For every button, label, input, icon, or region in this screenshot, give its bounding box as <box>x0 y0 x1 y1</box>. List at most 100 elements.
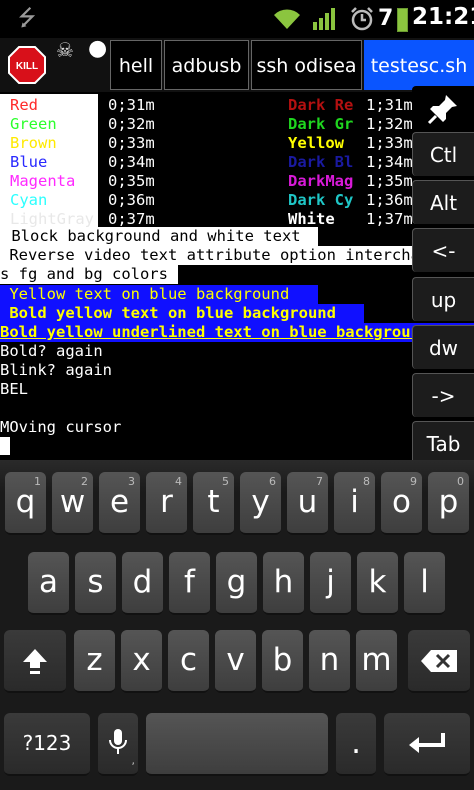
bold-yellow-on-blue-line: Bold yellow text on blue background <box>0 304 364 323</box>
key-q[interactable]: 1q <box>5 472 46 535</box>
key-label: r <box>160 484 173 520</box>
key-w[interactable]: 2w <box>52 472 93 535</box>
shift-key[interactable] <box>4 630 66 693</box>
bug-icon[interactable]: ☠ <box>56 38 84 64</box>
pin-icon <box>427 95 457 125</box>
key-x[interactable]: x <box>121 630 162 693</box>
alt-char-hint: 6 <box>269 475 276 488</box>
shift-icon <box>23 649 47 674</box>
key-label: i <box>350 484 359 520</box>
right-arrow-button[interactable]: -> <box>412 373 474 417</box>
battery-icon <box>397 8 408 32</box>
dark-color-code: 1;36m <box>366 191 413 209</box>
key-e[interactable]: 3e <box>99 472 140 535</box>
key-label: o <box>392 484 411 520</box>
color-name: Green <box>10 115 57 133</box>
color-code: 0;34m <box>108 153 155 171</box>
key-v[interactable]: v <box>215 630 256 693</box>
dark-color-code: 1;33m <box>366 134 413 152</box>
bel-line: BEL <box>0 380 28 398</box>
dark-color-name: Dark Bl <box>288 153 354 171</box>
key-l[interactable]: l <box>404 552 445 615</box>
key-label: y <box>251 484 270 520</box>
alt-button[interactable]: Alt <box>412 180 474 224</box>
color-code: 0;33m <box>108 134 155 152</box>
key-r[interactable]: 4r <box>146 472 187 535</box>
terminal-output[interactable]: Red 0;31m Green 0;32m Brown 0;33m Blue 0;34m Mag… <box>0 92 474 460</box>
enter-icon <box>409 733 445 753</box>
key-label: p <box>438 484 459 520</box>
tab-ssh-odisea[interactable]: ssh odisea <box>251 40 362 90</box>
dark-color-name: DarkMag <box>288 172 354 190</box>
key-o[interactable]: 9o <box>381 472 422 535</box>
tab-shell[interactable]: hell <box>110 40 162 90</box>
key-n[interactable]: n <box>309 630 350 693</box>
tab-testesc[interactable]: testesc.sh <box>364 40 474 90</box>
color-code: 0;35m <box>108 172 155 190</box>
key-label: e <box>109 484 130 520</box>
key-h[interactable]: h <box>263 552 304 615</box>
key-y[interactable]: 6y <box>240 472 281 535</box>
dark-color-name: Dark Cy <box>288 191 354 209</box>
key-label: t <box>207 484 220 520</box>
bold-again-line: Bold? again <box>0 342 103 360</box>
dark-color-code: 1;35m <box>366 172 413 190</box>
clock: 21:21 <box>412 4 474 30</box>
color-code: 0;31m <box>108 96 155 114</box>
backspace-icon <box>421 650 457 672</box>
key-a[interactable]: a <box>28 552 69 615</box>
signal-icon <box>313 8 335 30</box>
color-code: 0;32m <box>108 115 155 133</box>
alt-char-hint: 4 <box>175 475 182 488</box>
reverse-video-line: Reverse video text attribute option inte… <box>0 246 474 265</box>
text-cursor <box>0 437 10 455</box>
up-button[interactable]: up <box>412 277 474 321</box>
key-i[interactable]: 8i <box>334 472 375 535</box>
key-j[interactable]: j <box>310 552 351 615</box>
dark-color-code: 1;34m <box>366 153 413 171</box>
key-m[interactable]: m <box>356 630 397 693</box>
enter-key[interactable] <box>384 713 470 776</box>
ctl-button[interactable]: Ctl <box>412 132 474 176</box>
key-d[interactable]: d <box>122 552 163 615</box>
key-label: w <box>59 484 86 520</box>
key-t[interactable]: 5t <box>193 472 234 535</box>
key-label: u <box>297 484 318 520</box>
key-s[interactable]: s <box>75 552 116 615</box>
block-bg-text: Block background and white text <box>2 227 301 245</box>
usb-icon: ⭍ <box>17 6 37 31</box>
kill-button[interactable]: KILL <box>7 45 47 85</box>
alarm-icon <box>351 7 373 31</box>
period-key[interactable]: . <box>336 713 376 776</box>
color-name: Blue <box>10 153 48 171</box>
color-code: 0;36m <box>108 191 155 209</box>
left-arrow-button[interactable]: <- <box>412 228 474 272</box>
wifi-icon <box>274 9 300 29</box>
backspace-key[interactable] <box>408 630 470 693</box>
key-u[interactable]: 7u <box>287 472 328 535</box>
alt-char-hint: 0 <box>457 475 464 488</box>
pin-icon-button[interactable] <box>412 86 474 132</box>
key-c[interactable]: c <box>168 630 209 693</box>
down-button[interactable]: dw <box>412 325 474 369</box>
key-b[interactable]: b <box>262 630 303 693</box>
key-k[interactable]: k <box>357 552 398 615</box>
tab-key-button[interactable]: Tab <box>412 421 474 465</box>
battery-level: 7 <box>378 6 394 31</box>
alt-char-hint: 8 <box>363 475 370 488</box>
comma-hint: , <box>131 754 136 767</box>
alt-char-hint: 3 <box>128 475 135 488</box>
space-key[interactable] <box>146 713 328 776</box>
key-z[interactable]: z <box>74 630 115 693</box>
status-bar: ⭍ 7 21:21 <box>0 0 474 38</box>
voice-input-key[interactable]: , <box>98 713 138 776</box>
key-f[interactable]: f <box>169 552 210 615</box>
color-name: Magenta <box>10 172 76 190</box>
key-g[interactable]: g <box>216 552 257 615</box>
bold-underline-line: Bold yellow underlined text on blue back… <box>0 323 474 342</box>
symbols-key[interactable]: ?123 <box>4 713 90 776</box>
tab-adbusb[interactable]: adbusb <box>164 40 249 90</box>
color-name: Cyan <box>10 191 48 209</box>
lightbulb-icon[interactable]: ● <box>88 36 110 64</box>
key-p[interactable]: 0p <box>428 472 469 535</box>
